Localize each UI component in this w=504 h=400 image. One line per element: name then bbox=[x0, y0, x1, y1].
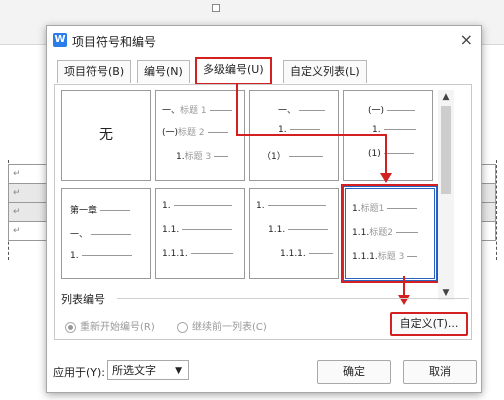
style-cell-chapter[interactable]: 第一章 一、 1. bbox=[61, 188, 151, 279]
tab-numbering[interactable]: 编号(N) bbox=[137, 60, 190, 83]
style-cell-heading[interactable]: 一、标题 1 (一)标题 2 1.标题 3 bbox=[155, 90, 245, 181]
cell-line: 1. bbox=[70, 251, 132, 261]
dialog-title: 项目符号和编号 bbox=[72, 35, 157, 49]
cell-line: 一、 bbox=[70, 227, 132, 240]
annotation-arrow bbox=[236, 84, 238, 136]
dialog-titlebar: W 项目符号和编号 × bbox=[47, 26, 481, 54]
cell-line: 1.1. bbox=[162, 225, 233, 235]
bullets-numbering-dialog: W 项目符号和编号 × 项目符号(B) 编号(N) 多级编号(U) 自定义列表(… bbox=[46, 25, 482, 393]
cell-line: 第一章 bbox=[70, 203, 131, 216]
radio-dot-icon bbox=[65, 321, 76, 333]
cell-line: 1.1.1. bbox=[162, 249, 233, 259]
cell-line: (一)标题 2 bbox=[162, 125, 228, 138]
style-cell-decimal-heading[interactable]: 1.标题1 1.1.标题2 1.1.1.标题 3 bbox=[343, 186, 437, 281]
apply-to-label: 应用于(Y): bbox=[53, 366, 106, 379]
style-cell-none[interactable]: 无 bbox=[61, 90, 151, 181]
cell-line: 一、标题 1 bbox=[162, 103, 232, 116]
style-cell-decimal[interactable]: 1. 1.1. 1.1.1. bbox=[155, 188, 245, 279]
tab-custom-list[interactable]: 自定义列表(L) bbox=[283, 60, 367, 83]
radio-dot-icon bbox=[177, 321, 188, 333]
tab-multilevel[interactable]: 多级编号(U) bbox=[195, 57, 272, 85]
cell-line: （1） bbox=[262, 149, 323, 162]
cancel-button[interactable]: 取消 bbox=[403, 360, 477, 384]
section-divider bbox=[117, 298, 469, 299]
cell-line: 1.1.标题2 bbox=[352, 225, 418, 238]
gallery-scrollbar[interactable]: ▲ ▼ bbox=[438, 90, 454, 300]
cell-line: 1. bbox=[162, 201, 232, 211]
cell-line: 1.1. bbox=[268, 225, 329, 235]
table-border-right bbox=[496, 160, 497, 260]
customize-button[interactable]: 自定义(T)... bbox=[390, 312, 468, 336]
wps-app-icon: W bbox=[53, 33, 67, 47]
list-numbering-label: 列表编号 bbox=[61, 293, 105, 306]
arrowhead-icon bbox=[380, 173, 392, 183]
radio-restart-numbering[interactable]: 重新开始编号(R) bbox=[65, 318, 155, 333]
cell-line: 1.1.1.标题 3 bbox=[352, 249, 418, 262]
none-label: 无 bbox=[99, 127, 113, 143]
style-cell-decimal-indent[interactable]: 1. 1.1. 1.1.1. bbox=[249, 188, 339, 279]
cell-line: 1.1.1. bbox=[280, 249, 333, 259]
scroll-thumb[interactable] bbox=[441, 106, 451, 194]
annotation-arrow bbox=[236, 134, 387, 136]
apply-to-select[interactable]: 所选文字 ▼ bbox=[107, 360, 189, 380]
cell-line: 一、 bbox=[278, 103, 326, 116]
annotation-arrow bbox=[403, 276, 405, 296]
cell-line: 1.标题 3 bbox=[176, 149, 229, 162]
tab-bullets[interactable]: 项目符号(B) bbox=[57, 60, 132, 83]
radio-continue-list[interactable]: 继续前一列表(C) bbox=[177, 318, 267, 333]
ok-button[interactable]: 确定 bbox=[317, 360, 391, 384]
cell-line: 1. bbox=[256, 201, 326, 211]
close-icon[interactable]: × bbox=[460, 30, 473, 49]
ruler-marker bbox=[212, 4, 220, 12]
cell-line: 1.标题1 bbox=[352, 201, 418, 214]
scroll-up-icon[interactable]: ▲ bbox=[438, 90, 454, 104]
arrowhead-icon bbox=[398, 295, 410, 305]
chevron-down-icon: ▼ bbox=[175, 366, 182, 376]
cell-line: (1) bbox=[368, 149, 414, 159]
cell-line: (一) bbox=[368, 103, 416, 116]
annotation-arrow bbox=[385, 134, 387, 174]
